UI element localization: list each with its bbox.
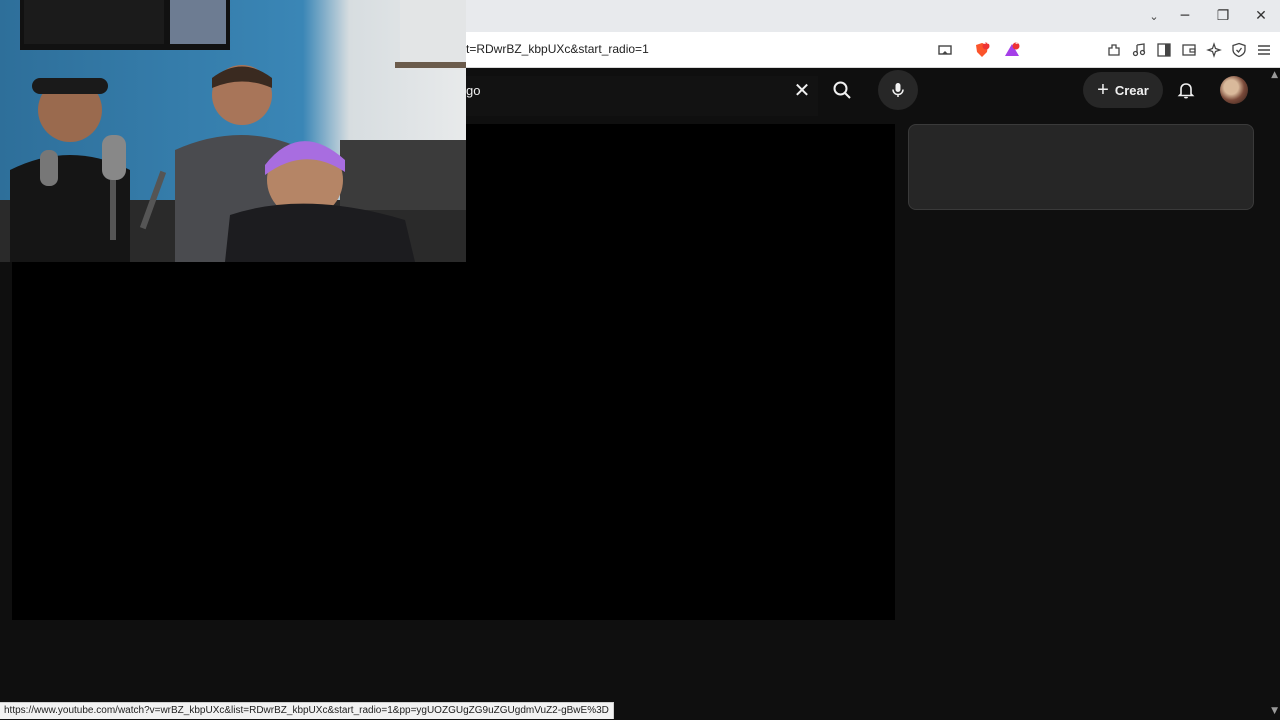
wallet-icon[interactable] bbox=[1179, 40, 1199, 60]
search-icon bbox=[833, 81, 851, 99]
bell-icon bbox=[1177, 83, 1195, 99]
scroll-up-icon[interactable]: ▲ bbox=[1271, 70, 1278, 80]
media-icon[interactable] bbox=[1129, 40, 1149, 60]
address-bar-url[interactable]: t=RDwrBZ_kbpUXc&start_radio=1 bbox=[466, 42, 649, 56]
cast-icon[interactable] bbox=[935, 40, 955, 60]
notifications-button[interactable] bbox=[1166, 70, 1206, 110]
voice-search-button[interactable] bbox=[878, 70, 918, 110]
plus-icon: + bbox=[1097, 79, 1109, 101]
webcam-image bbox=[0, 0, 466, 262]
search-box bbox=[466, 76, 818, 116]
link-status-bar: https://www.youtube.com/watch?v=wrBZ_kbp… bbox=[0, 702, 614, 719]
menu-icon[interactable] bbox=[1254, 40, 1274, 60]
webcam-overlay bbox=[0, 0, 466, 262]
search-button[interactable] bbox=[820, 68, 864, 112]
search-input[interactable]: go bbox=[466, 83, 480, 98]
minimize-button[interactable]: ─ bbox=[1166, 0, 1204, 32]
screen: ⌄ ─ ❐ ✕ t=RDwrBZ_kbpUXc&start_radio=1 16… bbox=[0, 0, 1280, 720]
microphone-icon bbox=[892, 83, 904, 97]
restore-button[interactable]: ❐ bbox=[1204, 0, 1242, 32]
clear-search-icon[interactable]: ✕ bbox=[790, 78, 814, 102]
leo-ai-icon[interactable] bbox=[1204, 40, 1224, 60]
brave-rewards-badge: 1 bbox=[1015, 40, 1019, 46]
brave-shields-badge: 16 bbox=[983, 40, 990, 46]
tab-search-dropdown[interactable]: ⌄ bbox=[1142, 0, 1166, 32]
close-window-button[interactable]: ✕ bbox=[1242, 0, 1280, 32]
brave-shields-icon[interactable]: 16 bbox=[972, 40, 992, 60]
avatar[interactable] bbox=[1220, 76, 1248, 104]
vpn-shield-icon[interactable] bbox=[1229, 40, 1249, 60]
extensions-icon[interactable] bbox=[1104, 40, 1124, 60]
window-controls: ─ ❐ ✕ bbox=[1166, 0, 1280, 32]
create-button[interactable]: + Crear bbox=[1083, 72, 1163, 108]
brave-rewards-icon[interactable]: 1 bbox=[1002, 40, 1022, 60]
related-card-placeholder bbox=[908, 124, 1254, 210]
sidebar-icon[interactable] bbox=[1154, 40, 1174, 60]
scroll-down-icon[interactable]: ▼ bbox=[1271, 706, 1278, 716]
create-button-label: Crear bbox=[1114, 82, 1149, 98]
